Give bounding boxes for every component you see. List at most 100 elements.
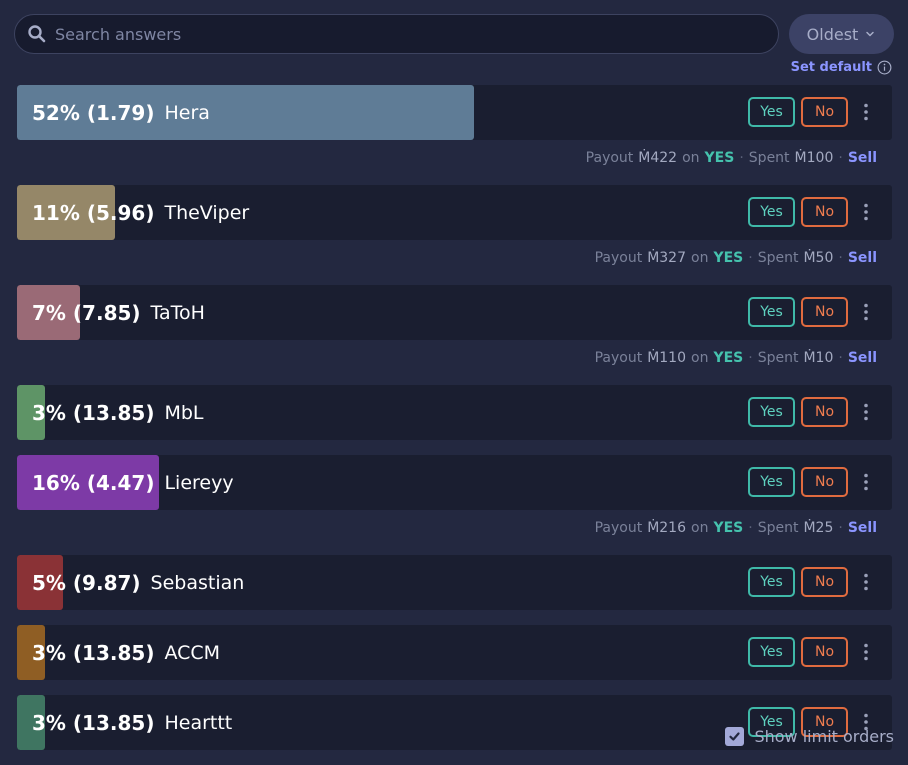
answer-name: Liereyy <box>164 471 234 494</box>
separator-dot: · <box>748 519 753 536</box>
answer-percent: 7% (7.85) <box>32 300 141 325</box>
yes-button[interactable]: Yes <box>748 197 795 227</box>
payout-label: Payout <box>594 519 643 536</box>
spent-amount: Ṁ50 <box>803 249 834 266</box>
payout-amount: Ṁ110 <box>647 349 686 366</box>
yes-button[interactable]: Yes <box>748 397 795 427</box>
answer-name: MbL <box>164 401 204 424</box>
more-options-icon[interactable] <box>856 397 876 427</box>
payout-label: Payout <box>585 149 634 166</box>
separator-dot: · <box>748 249 753 266</box>
more-options-icon[interactable] <box>856 637 876 667</box>
more-options-icon[interactable] <box>856 567 876 597</box>
payout-on-label: on <box>691 249 709 266</box>
payout-line: Payout Ṁ216 on YES · Spent Ṁ25 · Sell <box>17 510 892 545</box>
payout-label: Payout <box>594 249 643 266</box>
answer-name: Hearttt <box>164 711 233 734</box>
payout-side: YES <box>713 519 744 536</box>
no-button[interactable]: No <box>801 97 848 127</box>
limit-orders-checkbox[interactable] <box>725 727 745 746</box>
answer-item: 7% (7.85) TaToH Yes No Payout Ṁ110 on YES · Spent… <box>17 285 892 375</box>
no-button[interactable]: No <box>801 637 848 667</box>
more-options-icon[interactable] <box>856 97 876 127</box>
no-button[interactable]: No <box>801 467 848 497</box>
answer-row[interactable]: 16% (4.47) Liereyy Yes No <box>17 455 892 510</box>
spent-amount: Ṁ10 <box>803 349 834 366</box>
answer-name: TaToH <box>150 301 205 324</box>
sell-link[interactable]: Sell <box>848 250 877 266</box>
sell-link[interactable]: Sell <box>848 520 877 536</box>
no-button[interactable]: No <box>801 197 848 227</box>
info-icon[interactable] <box>877 60 892 75</box>
answer-name: ACCM <box>164 641 221 664</box>
separator-dot: · <box>739 149 744 166</box>
answer-row[interactable]: 11% (5.96) TheViper Yes No <box>17 185 892 240</box>
set-default-label: Set default <box>790 60 872 75</box>
separator-dot: · <box>838 249 843 266</box>
answer-item: 16% (4.47) Liereyy Yes No Payout Ṁ216 on YES · Sp… <box>17 455 892 545</box>
show-limit-orders-toggle[interactable]: Show limit orders <box>725 727 894 746</box>
spent-label: Spent <box>757 349 799 366</box>
sell-link[interactable]: Sell <box>848 150 877 166</box>
more-options-icon[interactable] <box>856 297 876 327</box>
sort-dropdown[interactable]: Oldest <box>789 14 894 54</box>
answer-item: 5% (9.87) Sebastian Yes No <box>17 555 892 610</box>
spent-label: Spent <box>748 149 790 166</box>
more-options-icon[interactable] <box>856 197 876 227</box>
answer-percent: 3% (13.85) <box>32 710 155 735</box>
spent-label: Spent <box>757 519 799 536</box>
yes-button[interactable]: Yes <box>748 567 795 597</box>
payout-side: YES <box>713 249 744 266</box>
answer-percent: 3% (13.85) <box>32 640 155 665</box>
answer-item: 3% (13.85) ACCM Yes No <box>17 625 892 680</box>
answer-item: 52% (1.79) Hera Yes No Payout Ṁ422 on YES · Spent… <box>17 85 892 175</box>
sell-link[interactable]: Sell <box>848 350 877 366</box>
spent-amount: Ṁ100 <box>794 149 834 166</box>
payout-on-label: on <box>691 519 709 536</box>
answer-percent: 3% (13.85) <box>32 400 155 425</box>
answer-list: 52% (1.79) Hera Yes No Payout Ṁ422 on YES · Spent… <box>17 85 892 765</box>
yes-button[interactable]: Yes <box>748 297 795 327</box>
sort-label: Oldest <box>806 24 859 44</box>
answer-row[interactable]: 52% (1.79) Hera Yes No <box>17 85 892 140</box>
payout-amount: Ṁ216 <box>647 519 686 536</box>
search-box[interactable] <box>14 14 779 54</box>
answer-percent: 5% (9.87) <box>32 570 141 595</box>
answer-percent: 11% (5.96) <box>32 200 155 225</box>
search-icon <box>28 25 46 43</box>
yes-button[interactable]: Yes <box>748 97 795 127</box>
spent-label: Spent <box>757 249 799 266</box>
separator-dot: · <box>838 519 843 536</box>
answer-row[interactable]: 7% (7.85) TaToH Yes No <box>17 285 892 340</box>
separator-dot: · <box>838 149 843 166</box>
payout-on-label: on <box>691 349 709 366</box>
payout-side: YES <box>713 349 744 366</box>
spent-amount: Ṁ25 <box>803 519 834 536</box>
answer-row[interactable]: 3% (13.85) MbL Yes No <box>17 385 892 440</box>
payout-on-label: on <box>682 149 700 166</box>
payout-amount: Ṁ422 <box>638 149 678 166</box>
payout-line: Payout Ṁ422 on YES · Spent Ṁ100 · Sell <box>17 140 892 175</box>
answer-row[interactable]: 3% (13.85) ACCM Yes No <box>17 625 892 680</box>
chevron-down-icon <box>866 31 875 37</box>
yes-button[interactable]: Yes <box>748 637 795 667</box>
no-button[interactable]: No <box>801 567 848 597</box>
checkmark-icon <box>729 732 741 741</box>
answer-name: Sebastian <box>150 571 245 594</box>
search-input[interactable] <box>55 24 735 44</box>
more-options-icon[interactable] <box>856 467 876 497</box>
answer-percent: 16% (4.47) <box>32 470 155 495</box>
answer-name: Hera <box>164 101 210 124</box>
yes-button[interactable]: Yes <box>748 467 795 497</box>
no-button[interactable]: No <box>801 297 848 327</box>
answer-percent: 52% (1.79) <box>32 100 155 125</box>
answer-item: 11% (5.96) TheViper Yes No Payout Ṁ327 on YES · S… <box>17 185 892 275</box>
set-default-link[interactable]: Set default <box>791 60 892 75</box>
payout-amount: Ṁ327 <box>647 249 686 266</box>
payout-line: Payout Ṁ327 on YES · Spent Ṁ50 · Sell <box>17 240 892 275</box>
no-button[interactable]: No <box>801 397 848 427</box>
payout-line: Payout Ṁ110 on YES · Spent Ṁ10 · Sell <box>17 340 892 375</box>
answer-row[interactable]: 5% (9.87) Sebastian Yes No <box>17 555 892 610</box>
separator-dot: · <box>748 349 753 366</box>
payout-label: Payout <box>594 349 643 366</box>
